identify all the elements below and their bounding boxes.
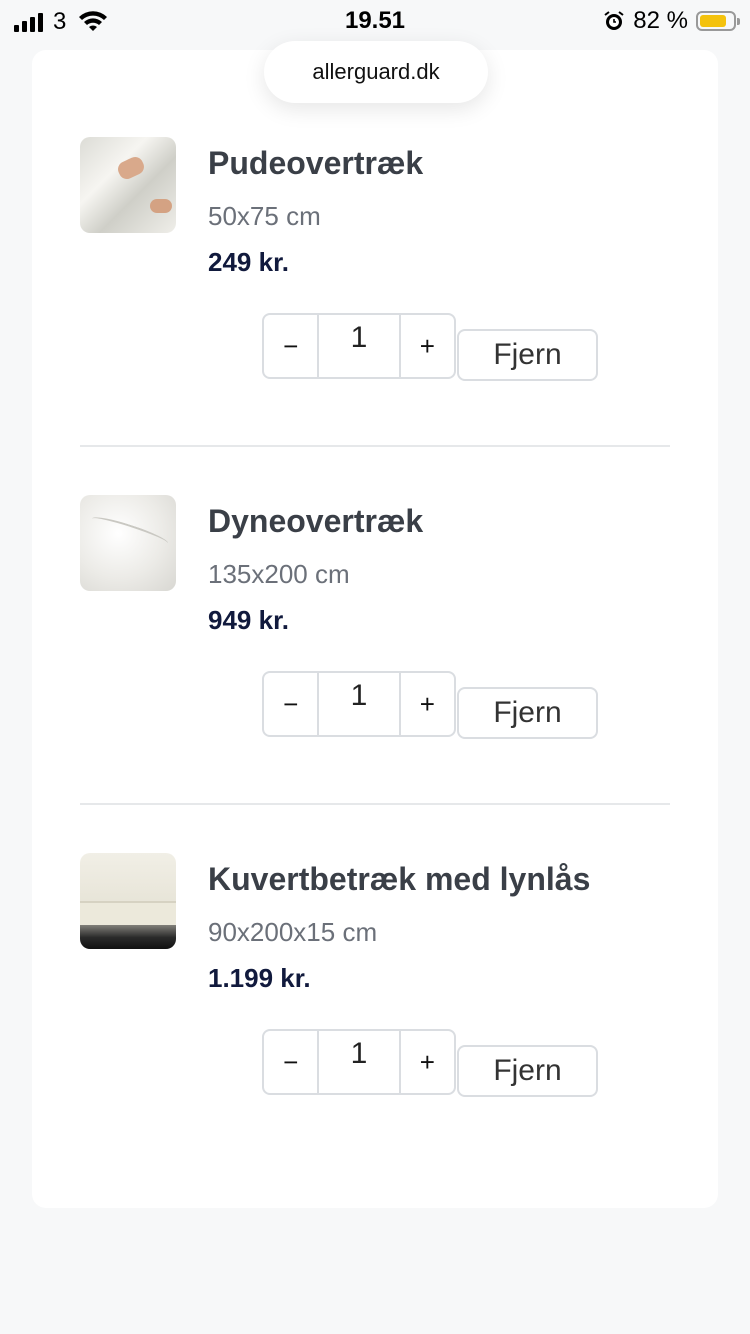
product-name[interactable]: Dyneovertræk (208, 503, 423, 540)
url-text: allerguard.dk (312, 59, 440, 84)
product-price: 949 kr. (208, 605, 289, 635)
status-bar: 3 19.51 82 % (0, 0, 750, 44)
product-size: 135x200 cm (208, 559, 350, 589)
remove-item-button[interactable]: Fjern (457, 687, 598, 739)
quantity-value[interactable]: 1 (317, 1031, 401, 1093)
quantity-stepper: − 1 + (262, 313, 456, 379)
quantity-stepper: − 1 + (262, 671, 456, 737)
battery-icon (696, 11, 740, 31)
cart-item: Dyneovertræk 135x200 cm 949 kr. − 1 + Fj… (80, 495, 670, 755)
cart-item: Kuvertbetræk med lynlås 90x200x15 cm 1.1… (80, 853, 670, 1113)
product-image-duvet-cover[interactable] (80, 495, 176, 591)
decrease-quantity-button[interactable]: − (264, 315, 317, 377)
item-divider (80, 803, 670, 805)
remove-item-button[interactable]: Fjern (457, 1045, 598, 1097)
product-name[interactable]: Pudeovertræk (208, 145, 423, 182)
alarm-icon (604, 11, 624, 30)
decrease-quantity-button[interactable]: − (264, 1031, 317, 1093)
battery-percent: 82 % (633, 7, 688, 34)
product-image-pillow-cover[interactable] (80, 137, 176, 233)
item-divider (80, 445, 670, 447)
product-price: 249 kr. (208, 247, 289, 277)
battery-fill (700, 15, 727, 27)
product-price: 1.199 kr. (208, 963, 311, 993)
remove-item-button[interactable]: Fjern (457, 329, 598, 381)
product-size: 50x75 cm (208, 201, 321, 231)
increase-quantity-button[interactable]: + (401, 315, 454, 377)
increase-quantity-button[interactable]: + (401, 673, 454, 735)
quantity-value[interactable]: 1 (317, 315, 401, 377)
increase-quantity-button[interactable]: + (401, 1031, 454, 1093)
quantity-value[interactable]: 1 (317, 673, 401, 735)
product-name[interactable]: Kuvertbetræk med lynlås (208, 861, 590, 898)
product-size: 90x200x15 cm (208, 917, 378, 947)
product-image-mattress-cover[interactable] (80, 853, 176, 949)
url-bar[interactable]: allerguard.dk (264, 41, 488, 103)
status-right: 82 % (603, 7, 740, 35)
decrease-quantity-button[interactable]: − (264, 673, 317, 735)
cart-item: Pudeovertræk 50x75 cm 249 kr. − 1 + Fjer… (80, 137, 670, 397)
quantity-stepper: − 1 + (262, 1029, 456, 1095)
